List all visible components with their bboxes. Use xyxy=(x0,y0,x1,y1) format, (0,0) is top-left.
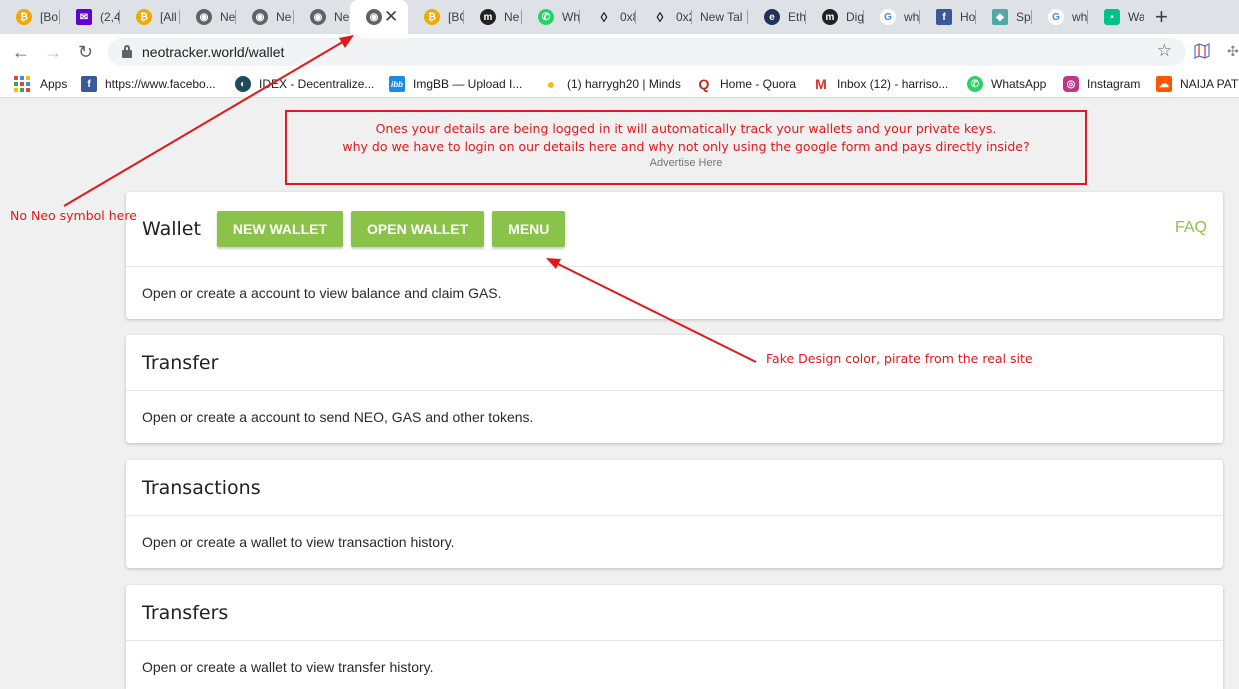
idex-icon: ◐ xyxy=(235,76,251,92)
map-extension-icon[interactable] xyxy=(1194,43,1210,59)
imgbb-icon: ibb xyxy=(389,76,405,92)
bookmark-item[interactable]: Q Home - Quora xyxy=(696,76,796,92)
diamond-icon: ◊ xyxy=(656,9,664,25)
tab[interactable]: m Dig xyxy=(806,0,864,34)
bookmark-item[interactable]: f https://www.facebo... xyxy=(81,76,216,92)
tab[interactable]: ◆ Spi xyxy=(976,0,1032,34)
tab[interactable]: f Ho xyxy=(920,0,976,34)
globe-icon: ◉ xyxy=(310,9,326,25)
tab-active[interactable]: ◉ ✕ xyxy=(350,0,408,34)
bookmark-item[interactable]: ◐ IDEX - Decentralize... xyxy=(235,76,374,92)
tab-strip: ₿ [Bo ✉ (2,4 ₿ [All ◉ Ne ◉ Ne ◉ Ne ◉ ✕ ₿… xyxy=(0,0,1239,34)
transfers-card-header: Transfers xyxy=(126,585,1223,641)
annotation-text: Ones your details are being logged in it… xyxy=(375,121,997,136)
wallet-card-body: Open or create a account to view balance… xyxy=(142,285,502,301)
transfers-card-body: Open or create a wallet to view transfer… xyxy=(142,659,434,675)
menu-button[interactable]: MENU xyxy=(492,211,566,247)
open-wallet-button[interactable]: OPEN WALLET xyxy=(351,211,485,247)
whatsapp-icon: ✆ xyxy=(967,76,983,92)
tab[interactable]: New Tal xyxy=(692,0,748,34)
transfers-card: Transfers Open or create a wallet to vie… xyxy=(126,585,1223,689)
instagram-icon: ◎ xyxy=(1063,76,1079,92)
globe-icon: ◉ xyxy=(252,9,268,25)
bookmark-item[interactable]: ✆ WhatsApp xyxy=(967,76,1046,92)
new-tab-button[interactable]: + xyxy=(1155,6,1168,28)
etherscan-icon: e xyxy=(764,9,780,25)
bitcoin-icon: ₿ xyxy=(424,9,440,25)
tab[interactable]: G wh xyxy=(1032,0,1088,34)
transfer-card-header: Transfer xyxy=(126,335,1223,391)
transactions-card-header: Transactions xyxy=(126,460,1223,516)
google-icon: G xyxy=(1048,9,1064,25)
address-bar[interactable]: neotracker.world/wallet ☆ xyxy=(108,38,1186,66)
globe-icon: ◉ xyxy=(196,9,212,25)
puzzle-extension-icon[interactable]: ✣ xyxy=(1227,43,1239,60)
coinmarketcap-icon: m xyxy=(822,9,838,25)
bookmark-apps[interactable]: Apps xyxy=(14,76,67,92)
lock-icon xyxy=(122,45,132,58)
wallet-card-header: Wallet NEW WALLET OPEN WALLET MENU FAQ xyxy=(126,192,1223,267)
forward-icon[interactable]: → xyxy=(44,42,62,62)
globe-icon: ◉ xyxy=(366,9,382,25)
apps-icon xyxy=(14,76,30,92)
transfer-title: Transfer xyxy=(142,351,219,374)
transactions-card-body: Open or create a wallet to view transact… xyxy=(142,534,455,550)
tab[interactable]: G wh xyxy=(864,0,920,34)
tab[interactable]: ◉ Ne xyxy=(180,0,236,34)
bookmark-item[interactable]: ☁ NAIJA PATY xyxy=(1156,76,1239,92)
tab[interactable]: ▪ Wa xyxy=(1088,0,1144,34)
bitcoin-icon: ₿ xyxy=(136,9,152,25)
whatsapp-icon: ✆ xyxy=(538,9,554,25)
tab[interactable]: ◉ Ne xyxy=(294,0,350,34)
faq-link[interactable]: FAQ xyxy=(1175,219,1207,237)
bulb-icon: ● xyxy=(546,76,556,92)
reload-icon[interactable]: ↻ xyxy=(78,42,93,62)
wallet-card: Wallet NEW WALLET OPEN WALLET MENU FAQ O… xyxy=(126,192,1223,319)
transfer-card-body: Open or create a account to send NEO, GA… xyxy=(142,409,534,425)
tab[interactable]: ₿ [All xyxy=(120,0,180,34)
tab[interactable]: ₿ [BC xyxy=(408,0,464,34)
annotation-no-neo-symbol: No Neo symbol here xyxy=(10,208,137,223)
tab[interactable]: ₿ [Bo xyxy=(0,0,60,34)
annotation-fake-design: Fake Design color, pirate from the real … xyxy=(766,351,1033,366)
bookmark-item[interactable]: ◎ Instagram xyxy=(1063,76,1140,92)
wallet-icon: ▪ xyxy=(1104,9,1120,25)
bitcoin-icon: ₿ xyxy=(16,9,32,25)
tab[interactable]: m Ne xyxy=(464,0,522,34)
soundcloud-icon: ☁ xyxy=(1156,76,1172,92)
tab[interactable]: ◊ 0x2 xyxy=(636,0,692,34)
tab[interactable]: e Eth xyxy=(748,0,806,34)
quora-icon: Q xyxy=(698,76,710,92)
bookmark-star-icon[interactable]: ☆ xyxy=(1157,41,1172,61)
coinmarketcap-icon: m xyxy=(480,9,496,25)
url-text: neotracker.world/wallet xyxy=(142,44,285,60)
bookmark-item[interactable]: ● (1) harrygh20 | Minds xyxy=(543,76,681,92)
advertise-here-link[interactable]: Advertise Here xyxy=(287,156,1085,170)
bookmark-item[interactable]: M Inbox (12) - harriso... xyxy=(813,76,948,92)
tab[interactable]: ◊ 0x8 xyxy=(580,0,636,34)
bookmark-item[interactable]: ibb ImgBB — Upload I... xyxy=(389,76,522,92)
transfers-title: Transfers xyxy=(142,601,229,624)
tab[interactable]: ◉ Ne xyxy=(236,0,294,34)
transactions-card: Transactions Open or create a wallet to … xyxy=(126,460,1223,568)
advertise-box[interactable]: Ones your details are being logged in it… xyxy=(285,110,1087,185)
tab[interactable]: ✆ Wh xyxy=(522,0,580,34)
mail-icon: ✉ xyxy=(76,9,92,25)
tab[interactable]: ✉ (2,4 xyxy=(60,0,120,34)
close-tab-icon[interactable]: ✕ xyxy=(384,7,398,27)
google-icon: G xyxy=(880,9,896,25)
browser-toolbar: ← → ↻ neotracker.world/wallet ☆ ✣ xyxy=(0,34,1239,70)
wallet-title: Wallet xyxy=(142,218,201,240)
facebook-icon: f xyxy=(81,76,97,92)
bookmarks-bar: Apps f https://www.facebo... ◐ IDEX - De… xyxy=(0,70,1239,98)
facebook-icon: f xyxy=(936,9,952,25)
diamond-icon: ◊ xyxy=(600,9,608,25)
annotation-text: why do we have to login on our details h… xyxy=(342,139,1030,154)
spine-icon: ◆ xyxy=(992,9,1008,25)
back-icon[interactable]: ← xyxy=(12,42,30,62)
transactions-title: Transactions xyxy=(142,476,261,499)
transfer-card: Transfer Open or create a account to sen… xyxy=(126,335,1223,443)
gmail-icon: M xyxy=(815,76,827,92)
new-wallet-button[interactable]: NEW WALLET xyxy=(216,211,344,247)
